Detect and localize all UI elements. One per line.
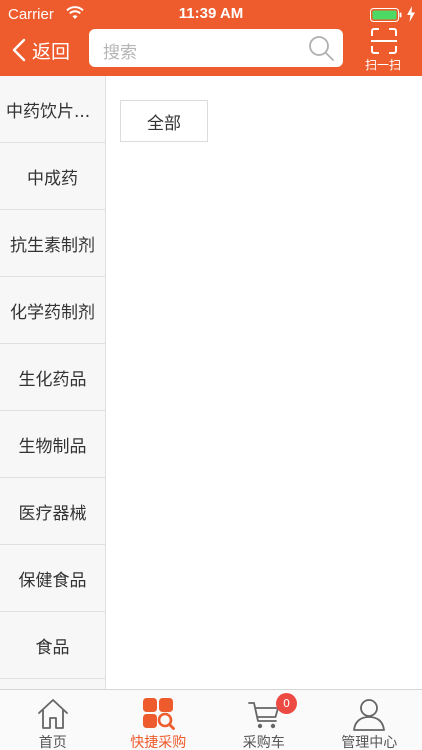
sidebar-item-chinese-herbal-pieces[interactable]: 中药饮片... — [0, 76, 105, 143]
tab-label: 快捷采购 — [130, 735, 187, 750]
tab-label: 采购车 — [242, 735, 285, 750]
chevron-left-icon — [12, 38, 26, 62]
charging-icon — [407, 6, 415, 22]
header: Carrier 11:39 AM 返回 搜索 扫一扫 — [0, 0, 422, 76]
app-screen: Carrier 11:39 AM 返回 搜索 扫一扫 中药饮片... 中成药 抗… — [0, 0, 422, 750]
user-icon — [353, 699, 386, 731]
sidebar-item-biological-products[interactable]: 生物制品 — [0, 411, 105, 478]
search-icon[interactable] — [307, 34, 335, 62]
tab-cart[interactable]: 采购车 — [211, 690, 317, 750]
search-placeholder: 搜索 — [103, 43, 137, 63]
sidebar-item-medical-devices[interactable]: 医疗器械 — [0, 478, 105, 545]
tab-quick-purchase[interactable]: 快捷采购 — [106, 690, 212, 750]
sidebar-item-antibiotics[interactable]: 抗生素制剂 — [0, 210, 105, 277]
clock: 11:39 AM — [178, 5, 244, 22]
subcategory-panel: 全部 — [107, 76, 422, 689]
sidebar-item-label: 中成药 — [27, 168, 78, 189]
sidebar-item-label: 医疗器械 — [18, 503, 87, 524]
sidebar-item-biochemical-drugs[interactable]: 生化药品 — [0, 344, 105, 411]
sidebar-item-food[interactable]: 食品 — [0, 612, 105, 679]
sidebar-item-label: 化学药制剂 — [10, 302, 95, 323]
scan-label: 扫一扫 — [364, 58, 401, 72]
nav-bar: 返回 搜索 扫一扫 — [0, 28, 422, 76]
sidebar-item-label: 生化药品 — [18, 369, 87, 390]
tab-label: 管理中心 — [341, 735, 398, 750]
scan-icon — [371, 28, 397, 54]
scan-button[interactable]: 扫一扫 — [356, 28, 410, 74]
sidebar-item-health-food[interactable]: 保健食品 — [0, 545, 105, 612]
back-button[interactable]: 返回 — [12, 34, 70, 66]
all-subcategory-chip[interactable]: 全部 — [120, 100, 208, 142]
cart-count-badge: 0 — [276, 693, 297, 714]
search-input[interactable]: 搜索 — [89, 29, 343, 67]
sidebar-item-label: 保健食品 — [18, 570, 87, 591]
battery-icon — [370, 8, 402, 22]
tab-label: 首页 — [38, 735, 67, 750]
sidebar-item-label: 生物制品 — [18, 436, 87, 457]
quick-purchase-icon — [143, 698, 176, 730]
sidebar-item-label: 抗生素制剂 — [10, 235, 95, 256]
home-icon — [37, 699, 68, 729]
tab-management-center[interactable]: 管理中心 — [317, 690, 422, 750]
sidebar-item-chemical-drugs[interactable]: 化学药制剂 — [0, 277, 105, 344]
tab-bar: 首页 快捷采购 采购车 管理中心 — [0, 689, 422, 750]
sidebar-item-label: 食品 — [35, 637, 70, 658]
sidebar-item-chinese-patent-medicine[interactable]: 中成药 — [0, 143, 105, 210]
back-label: 返回 — [32, 40, 71, 63]
sidebar-item-label: 中药饮片... — [6, 101, 91, 122]
status-bar: Carrier 11:39 AM — [0, 0, 422, 28]
category-sidebar: 中药饮片... 中成药 抗生素制剂 化学药制剂 生化药品 生物制品 医疗器械 保… — [0, 76, 106, 689]
tab-home[interactable]: 首页 — [0, 690, 106, 750]
